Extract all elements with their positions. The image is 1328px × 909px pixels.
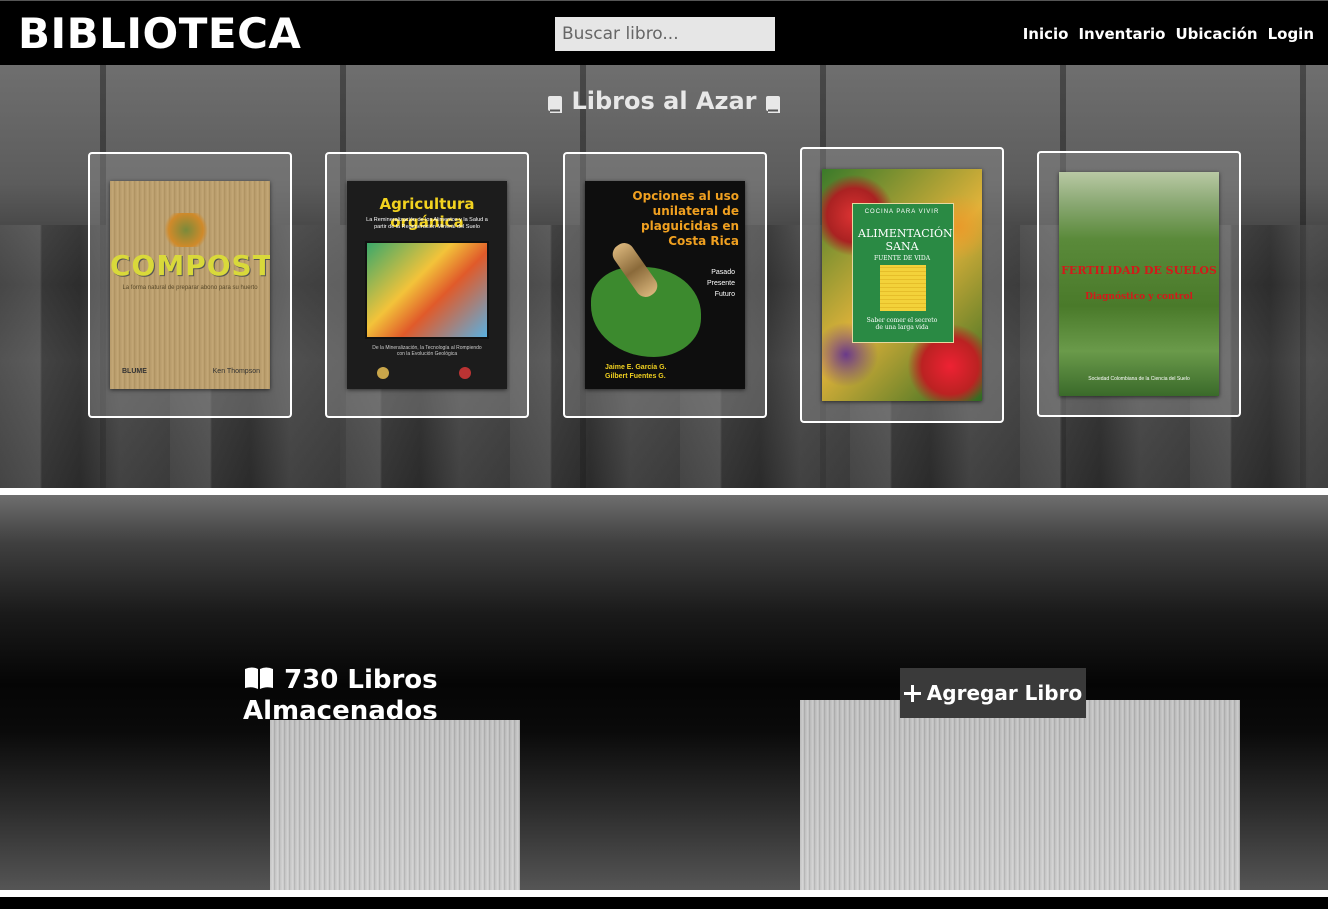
cover-subtitle: La Remineralización de los Alimentos y l… bbox=[366, 217, 488, 230]
book-cover: FERTILIDAD DE SUELOS Diagnóstico y contr… bbox=[1059, 172, 1219, 396]
navbar: BIBLIOTECA Inicio Inventario Ubicación L… bbox=[0, 0, 1328, 65]
books-count-line1: 730 Libros bbox=[284, 665, 438, 695]
cover-corn-image bbox=[880, 265, 926, 311]
nav-link-login[interactable]: Login bbox=[1268, 25, 1314, 43]
background-image bbox=[270, 720, 520, 890]
nav-links: Inicio Inventario Ubicación Login bbox=[1023, 25, 1314, 43]
cover-subtitle: FUENTE DE VIDA bbox=[873, 255, 931, 262]
books-count: 730 Libros Almacenados bbox=[243, 665, 463, 727]
book-card-alimentacion[interactable]: COCINA PARA VIVIR ALIMENTACIÓN SANA FUEN… bbox=[800, 147, 1004, 423]
cover-timeline: Pasado Presente Futuro bbox=[706, 269, 735, 298]
site-logo[interactable]: BIBLIOTECA bbox=[18, 9, 301, 58]
section-title: Libros al Azar bbox=[0, 87, 1328, 115]
cover-title: ALIMENTACIÓN SANA bbox=[858, 227, 953, 253]
cover-title: FERTILIDAD DE SUELOS bbox=[1061, 264, 1217, 277]
cover-footer: De la Mineralización, la Tecnología al R… bbox=[372, 345, 482, 357]
book-card-fertilidad[interactable]: FERTILIDAD DE SUELOS Diagnóstico y contr… bbox=[1037, 151, 1241, 417]
logo-icon bbox=[459, 367, 471, 379]
search-box bbox=[555, 17, 799, 51]
cover-tagline: Saber comer el secreto de una larga vida bbox=[866, 317, 938, 331]
book-card-agricultura[interactable]: Agricultura orgánica La Remineralización… bbox=[325, 152, 529, 418]
search-input[interactable] bbox=[555, 17, 781, 51]
cover-subtitle: La forma natural de preparar abono para … bbox=[122, 285, 258, 291]
cover-footer: Sociedad Colombiana de la Ciencia del Su… bbox=[1088, 376, 1190, 382]
cover-publisher: BLUME bbox=[122, 368, 147, 375]
cover-series: COCINA PARA VIVIR bbox=[864, 209, 940, 215]
cover-title: COMPOST bbox=[110, 249, 270, 282]
plus-icon bbox=[903, 684, 921, 702]
cover-subtitle: Diagnóstico y control bbox=[1085, 292, 1193, 302]
search-button[interactable] bbox=[781, 17, 799, 51]
cover-title: Opciones al uso unilateral de plaguicida… bbox=[632, 189, 739, 248]
logo-icon bbox=[377, 367, 389, 379]
cover-author: Ken Thompson bbox=[212, 368, 260, 375]
cover-illustration bbox=[365, 241, 489, 339]
section-divider bbox=[0, 890, 1328, 897]
section-title-text: Libros al Azar bbox=[571, 87, 757, 115]
book-cover: COMPOST La forma natural de preparar abo… bbox=[110, 181, 270, 389]
search-icon bbox=[781, 25, 799, 43]
stats-section: 730 Libros Almacenados Agregar Libro bbox=[0, 495, 1328, 890]
book-cover: Agricultura orgánica La Remineralización… bbox=[347, 181, 507, 389]
book-cover: Opciones al uso unilateral de plaguicida… bbox=[585, 181, 745, 389]
nav-link-ubicacion[interactable]: Ubicación bbox=[1175, 25, 1257, 43]
cover-authors: Jaime E. García G. Gilbert Fuentes G. bbox=[605, 364, 667, 380]
nav-link-inventario[interactable]: Inventario bbox=[1078, 25, 1165, 43]
add-book-button[interactable]: Agregar Libro bbox=[900, 668, 1086, 718]
book-card-opciones[interactable]: Opciones al uso unilateral de plaguicida… bbox=[563, 152, 767, 418]
books-count-line2: Almacenados bbox=[243, 696, 438, 726]
book-cover: COCINA PARA VIVIR ALIMENTACIÓN SANA FUEN… bbox=[822, 169, 982, 401]
book-card-compost[interactable]: COMPOST La forma natural de preparar abo… bbox=[88, 152, 292, 418]
background-image bbox=[800, 700, 1240, 890]
open-book-icon bbox=[243, 666, 275, 690]
random-books-section: Libros al Azar COMPOST La forma natural … bbox=[0, 65, 1328, 488]
section-divider bbox=[0, 488, 1328, 495]
nav-link-inicio[interactable]: Inicio bbox=[1023, 25, 1069, 43]
book-icon bbox=[765, 92, 781, 113]
book-icon bbox=[547, 92, 563, 113]
add-book-label: Agregar Libro bbox=[926, 681, 1083, 705]
cover-image bbox=[160, 213, 212, 247]
